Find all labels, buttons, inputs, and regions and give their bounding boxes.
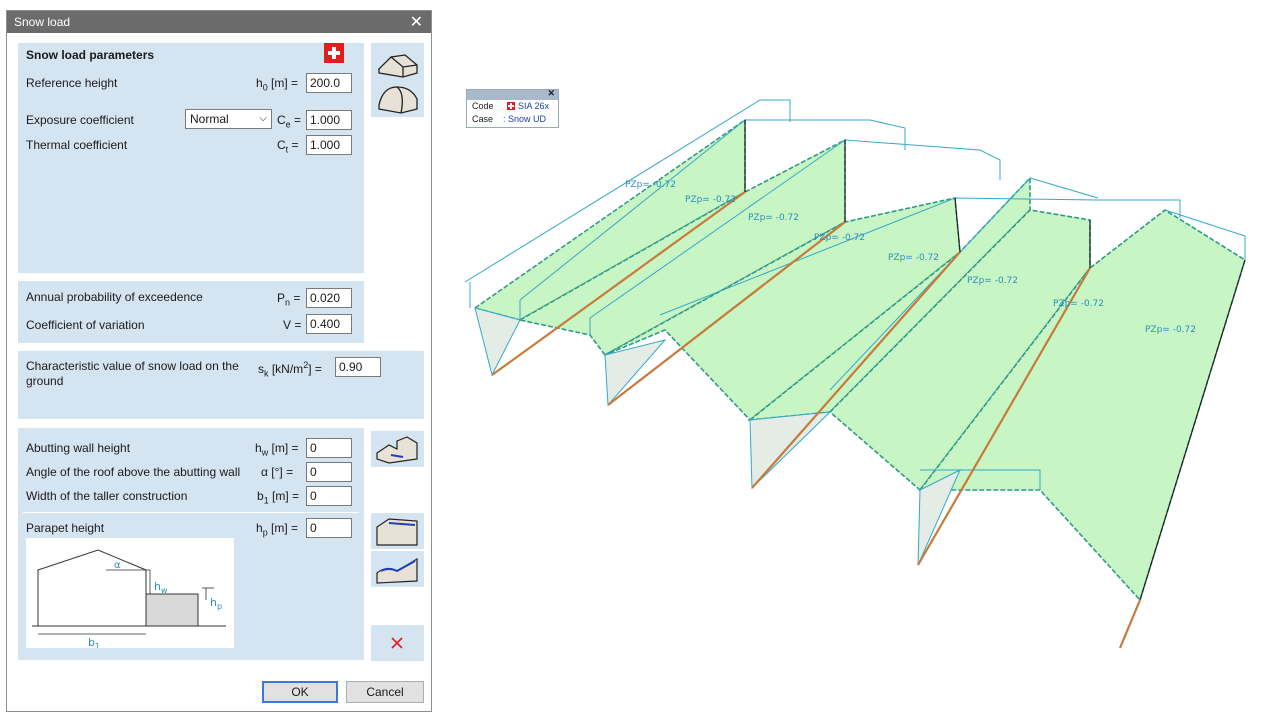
structure-3d-view[interactable]: PZp= -0.72 PZp= -0.72 PZp= -0.72 PZp= -0…: [440, 90, 1260, 660]
pressure-label: PZp= -0.72: [625, 180, 676, 190]
pressure-label: PZp= -0.72: [685, 195, 736, 205]
parapet-button[interactable]: [371, 513, 424, 549]
exposure-coefficient-label: Exposure coefficient: [26, 113, 134, 127]
thermal-symbol: Ct =: [277, 138, 299, 155]
pressure-label: PZp= -0.72: [748, 213, 799, 223]
roof-type-buttons: [371, 43, 424, 117]
coefficient-variation-symbol: V =: [283, 318, 302, 332]
wall-height-input[interactable]: 0: [306, 438, 352, 458]
reference-height-symbol: h0 [m] =: [256, 76, 299, 93]
diagram-b1: b1: [88, 636, 100, 648]
roof-type-icons: [378, 54, 418, 114]
coefficient-variation-label: Coefficient of variation: [26, 318, 145, 332]
ok-button[interactable]: OK: [262, 681, 338, 703]
snow-load-dialog: Snow load ✕ Snow load parameters Referen…: [6, 10, 432, 712]
characteristic-value-symbol: sk [kN/m2] =: [258, 360, 322, 379]
curved-parapet-button[interactable]: [371, 551, 424, 587]
cancel-button[interactable]: Cancel: [346, 681, 424, 703]
reference-height-label: Reference height: [26, 76, 118, 90]
curved-parapet-icon: [376, 557, 418, 584]
diagram-hp: hp: [210, 596, 222, 611]
section-divider: [23, 512, 359, 513]
parapet-height-label: Parapet height: [26, 521, 105, 535]
reference-height-input[interactable]: 200.0: [306, 73, 352, 93]
taller-width-label: Width of the taller construction: [26, 489, 188, 503]
roof-angle-label: Angle of the roof above the abutting wal…: [26, 465, 241, 479]
characteristic-value-label-line1: Characteristic value of snow load on the: [26, 359, 239, 373]
characteristic-value-input[interactable]: 0.90: [335, 357, 381, 377]
pressure-label: PZp= -0.72: [1145, 325, 1196, 335]
parapet-height-input[interactable]: 0: [306, 518, 352, 538]
diagram-alpha: α: [114, 560, 121, 571]
delete-button[interactable]: [371, 625, 424, 661]
gable-wall: [474, 307, 521, 377]
exposure-input[interactable]: 1.000: [306, 110, 352, 130]
annual-probability-input[interactable]: 0.020: [306, 288, 352, 308]
section-heading: Snow load parameters: [26, 48, 155, 62]
dialog-title-bar: Snow load ✕: [7, 11, 431, 33]
close-icon[interactable]: ✕: [410, 12, 423, 32]
coefficient-variation-input[interactable]: 0.400: [306, 314, 352, 334]
parapet-height-symbol: hp [m] =: [256, 521, 299, 538]
diagram-hw: hw: [154, 580, 168, 595]
thermal-input[interactable]: 1.000: [306, 135, 352, 155]
abutting-wall-icon: [376, 436, 418, 464]
delete-x-icon: [391, 637, 403, 649]
gable-roof-icon[interactable]: [378, 54, 418, 78]
pressure-label: PZp= -0.72: [1053, 299, 1104, 309]
pressure-label: PZp= -0.72: [814, 233, 865, 243]
abutting-wall-button[interactable]: [371, 431, 424, 467]
wall-height-label: Abutting wall height: [26, 441, 131, 455]
roof-angle-symbol: α [°] =: [261, 465, 294, 479]
parapet-icon: [376, 518, 418, 546]
roof-panels: [473, 118, 1246, 602]
abutting-wall-diagram: α hw hp b1: [26, 538, 234, 651]
swiss-flag-icon: [324, 43, 344, 63]
taller-width-symbol: b1 [m] =: [257, 489, 300, 506]
exposure-symbol: Ce =: [277, 113, 302, 130]
thermal-coefficient-label: Thermal coefficient: [26, 138, 128, 152]
wall-height-symbol: hw [m] =: [255, 441, 299, 458]
exposure-select-value: Normal: [190, 112, 229, 126]
annual-probability-symbol: Pn =: [277, 291, 301, 308]
exposure-select[interactable]: Normal ⌵: [185, 109, 272, 129]
diagram-drawing: α hw hp b1: [32, 549, 226, 651]
chevron-down-icon: ⌵: [259, 113, 267, 124]
roof-angle-input[interactable]: 0: [306, 462, 352, 482]
annual-probability-label: Annual probability of exceedence: [26, 290, 203, 304]
column: [1118, 599, 1142, 649]
pressure-label: PZp= -0.72: [967, 276, 1018, 286]
pressure-label: PZp= -0.72: [888, 253, 939, 263]
curved-roof-icon[interactable]: [378, 86, 418, 114]
characteristic-value-label-line2: ground: [26, 374, 64, 388]
taller-width-input[interactable]: 0: [306, 486, 352, 506]
dialog-title: Snow load: [14, 15, 71, 29]
